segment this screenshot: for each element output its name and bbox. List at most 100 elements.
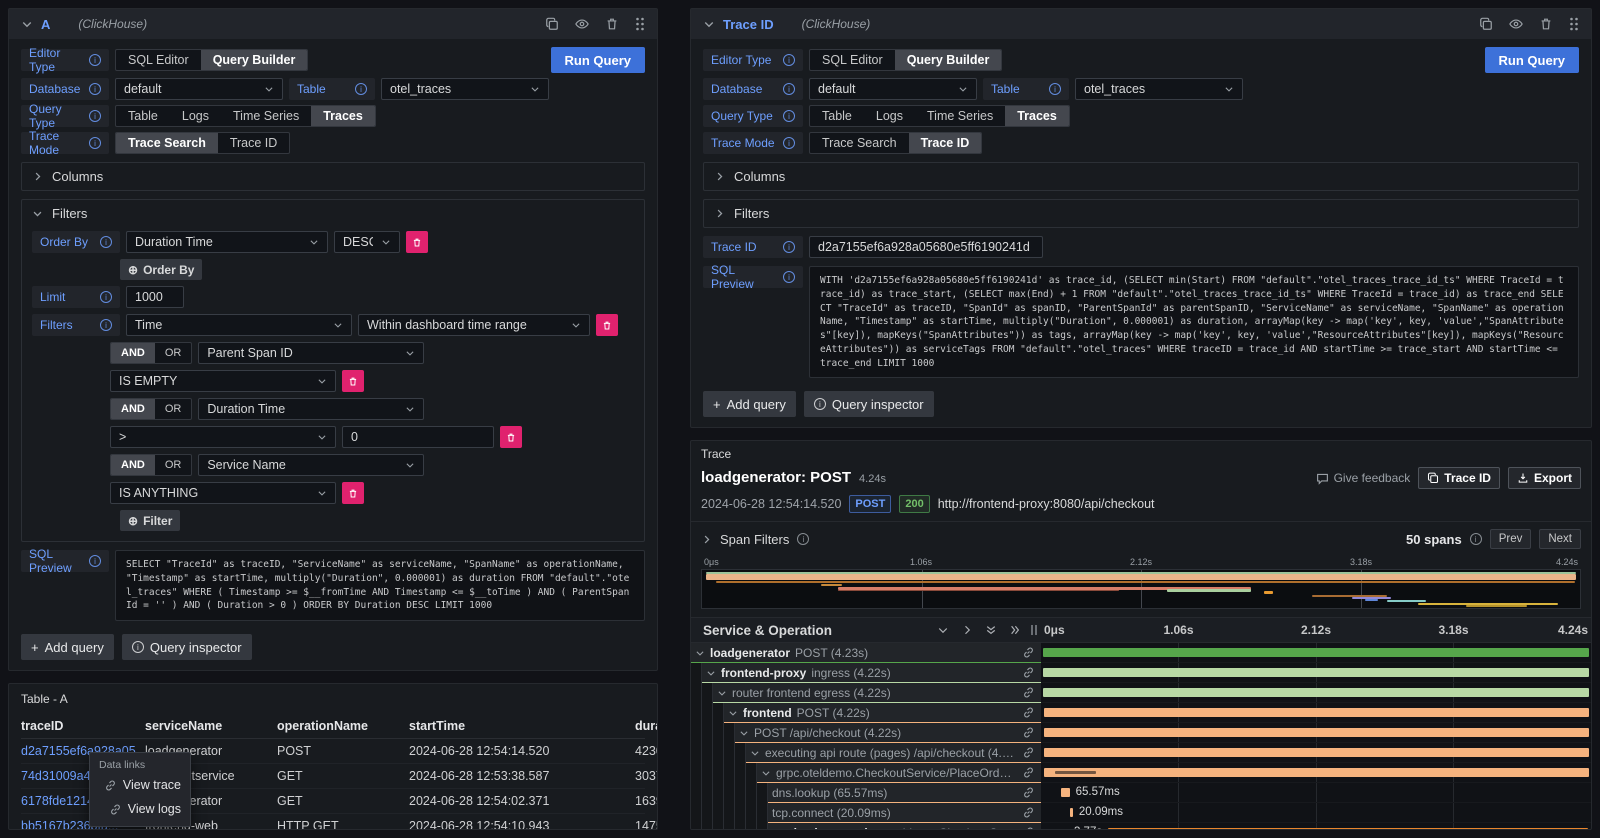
span-name-cell[interactable]: frontendPOST (4.22s) xyxy=(724,703,1041,723)
column-resize-handle[interactable] xyxy=(1031,625,1037,635)
info-icon[interactable] xyxy=(100,319,112,331)
span-filters-label[interactable]: Span Filters xyxy=(720,532,789,547)
duplicate-query-icon[interactable] xyxy=(1479,17,1493,31)
and-option[interactable]: AND xyxy=(111,343,155,363)
add-filter-button[interactable]: ⊕Filter xyxy=(120,510,180,531)
info-icon[interactable] xyxy=(783,110,795,122)
trace-id-option[interactable]: Trace ID xyxy=(909,133,982,153)
filter-field-select[interactable]: Duration Time xyxy=(198,398,424,420)
chevron-down-icon[interactable] xyxy=(772,828,782,829)
span-name-cell[interactable]: frontend-proxyingress (4.22s) xyxy=(702,663,1041,683)
span-name-cell[interactable]: grpc.oteldemo.CheckoutService/PlaceOrder… xyxy=(757,763,1041,783)
and-option[interactable]: AND xyxy=(111,455,155,475)
add-query-button[interactable]: +Add query xyxy=(21,634,114,660)
query-type-timeseries[interactable]: Time Series xyxy=(221,106,311,126)
span-row[interactable]: router frontend egress (4.22s) xyxy=(691,683,1591,703)
hide-response-icon[interactable] xyxy=(575,17,589,31)
sql-editor-option[interactable]: SQL Editor xyxy=(810,50,895,70)
export-button[interactable]: Export xyxy=(1508,467,1581,489)
or-option[interactable]: OR xyxy=(155,399,192,419)
span-row[interactable]: executing api route (pages) /api/checkou… xyxy=(691,743,1591,763)
query-type-timeseries[interactable]: Time Series xyxy=(915,106,1005,126)
span-row[interactable]: frontend-proxyingress (4.22s) xyxy=(691,663,1591,683)
query-type-table[interactable]: Table xyxy=(116,106,170,126)
view-trace-link[interactable]: View trace xyxy=(90,773,190,797)
info-icon[interactable] xyxy=(100,291,112,303)
info-icon[interactable] xyxy=(89,83,101,95)
or-option[interactable]: OR xyxy=(155,343,192,363)
span-row[interactable]: frontendPOST (4.22s) xyxy=(691,703,1591,723)
span-duration-bar[interactable] xyxy=(1108,828,1588,829)
limit-input[interactable] xyxy=(126,286,184,308)
remove-filter-button[interactable] xyxy=(342,370,364,392)
filters-section-header[interactable]: Filters xyxy=(22,200,644,227)
span-duration-bar[interactable] xyxy=(1044,768,1589,777)
chevron-down-icon[interactable] xyxy=(706,668,716,678)
filter-operator-select[interactable]: IS EMPTY xyxy=(110,370,336,392)
query-a-header[interactable]: A (ClickHouse) xyxy=(9,9,657,39)
span-duration-bar[interactable] xyxy=(1043,668,1589,677)
info-icon[interactable] xyxy=(100,236,112,248)
span-duration-bar[interactable] xyxy=(1044,708,1590,717)
order-by-field-select[interactable]: Duration Time xyxy=(126,231,328,253)
span-name-cell[interactable]: POST /api/checkout (4.22s) xyxy=(735,723,1041,743)
span-duration-bar[interactable] xyxy=(1044,748,1589,757)
chevron-down-icon[interactable] xyxy=(750,748,760,758)
columns-section-header[interactable]: Columns xyxy=(704,163,1578,190)
span-link-icon[interactable] xyxy=(1022,646,1035,659)
order-by-direction-select[interactable]: DESC xyxy=(334,231,400,253)
database-select[interactable]: default xyxy=(115,78,283,100)
query-type-traces[interactable]: Traces xyxy=(311,106,375,126)
run-query-button[interactable]: Run Query xyxy=(1485,47,1579,73)
expand-all-icon[interactable] xyxy=(1009,624,1021,636)
filter-field-select[interactable]: Parent Span ID xyxy=(198,342,424,364)
query-type-table[interactable]: Table xyxy=(810,106,864,126)
column-header-duration[interactable]: duration xyxy=(635,719,658,733)
query-trace-id-header[interactable]: Trace ID (ClickHouse) xyxy=(691,9,1591,39)
span-row[interactable]: loadgeneratorPOST (4.23s) xyxy=(691,643,1591,663)
query-type-logs[interactable]: Logs xyxy=(170,106,221,126)
database-select[interactable]: default xyxy=(809,78,977,100)
collapse-query-icon[interactable] xyxy=(703,18,715,30)
span-name-cell[interactable]: executing api route (pages) /api/checkou… xyxy=(746,743,1041,763)
span-name-cell[interactable]: dns.lookup (65.57ms) xyxy=(768,783,1041,803)
info-icon[interactable] xyxy=(89,54,101,66)
span-row[interactable]: checkoutserviceoteldemo.CheckoutService/… xyxy=(691,823,1591,829)
remove-query-icon[interactable] xyxy=(605,17,619,31)
filter-field-select[interactable]: Service Name xyxy=(198,454,424,476)
span-row[interactable]: dns.lookup (65.57ms)65.57ms xyxy=(691,783,1591,803)
collapse-query-icon[interactable] xyxy=(21,18,33,30)
trace-search-option[interactable]: Trace Search xyxy=(810,133,909,153)
duplicate-query-icon[interactable] xyxy=(545,17,559,31)
span-link-icon[interactable] xyxy=(1022,686,1035,699)
hide-response-icon[interactable] xyxy=(1509,17,1523,31)
span-link-icon[interactable] xyxy=(1022,666,1035,679)
query-builder-option[interactable]: Query Builder xyxy=(895,50,1002,70)
and-option[interactable]: AND xyxy=(111,399,155,419)
span-duration-bar[interactable] xyxy=(1043,648,1590,657)
span-duration-bar[interactable] xyxy=(1044,728,1590,737)
add-order-by-button[interactable]: ⊕Order By xyxy=(120,259,202,280)
info-icon[interactable] xyxy=(89,555,101,567)
info-icon[interactable] xyxy=(783,54,795,66)
trace-search-option[interactable]: Trace Search xyxy=(116,133,218,153)
give-feedback-link[interactable]: Give feedback xyxy=(1316,471,1411,485)
filters-section-header[interactable]: Filters xyxy=(704,200,1578,227)
query-builder-option[interactable]: Query Builder xyxy=(201,50,308,70)
span-duration-bar[interactable] xyxy=(1043,688,1589,697)
span-name-cell[interactable]: tcp.connect (20.09ms) xyxy=(768,803,1041,823)
trace-id-input[interactable] xyxy=(809,236,1043,258)
query-type-logs[interactable]: Logs xyxy=(864,106,915,126)
info-icon[interactable] xyxy=(783,241,795,253)
expand-one-icon[interactable] xyxy=(961,624,973,636)
query-inspector-button[interactable]: Query inspector xyxy=(122,634,252,660)
chevron-down-icon[interactable] xyxy=(761,768,771,778)
chevron-down-icon[interactable] xyxy=(739,728,749,738)
collapse-all-icon[interactable] xyxy=(985,624,997,636)
span-name-cell[interactable]: checkoutserviceoteldemo.CheckoutService/… xyxy=(768,823,1041,829)
column-header-operationName[interactable]: operationName xyxy=(277,719,409,733)
remove-filter-button[interactable] xyxy=(342,482,364,504)
drag-handle-icon[interactable] xyxy=(1569,17,1579,31)
info-icon[interactable] xyxy=(89,110,101,122)
run-query-button[interactable]: Run Query xyxy=(551,47,645,73)
